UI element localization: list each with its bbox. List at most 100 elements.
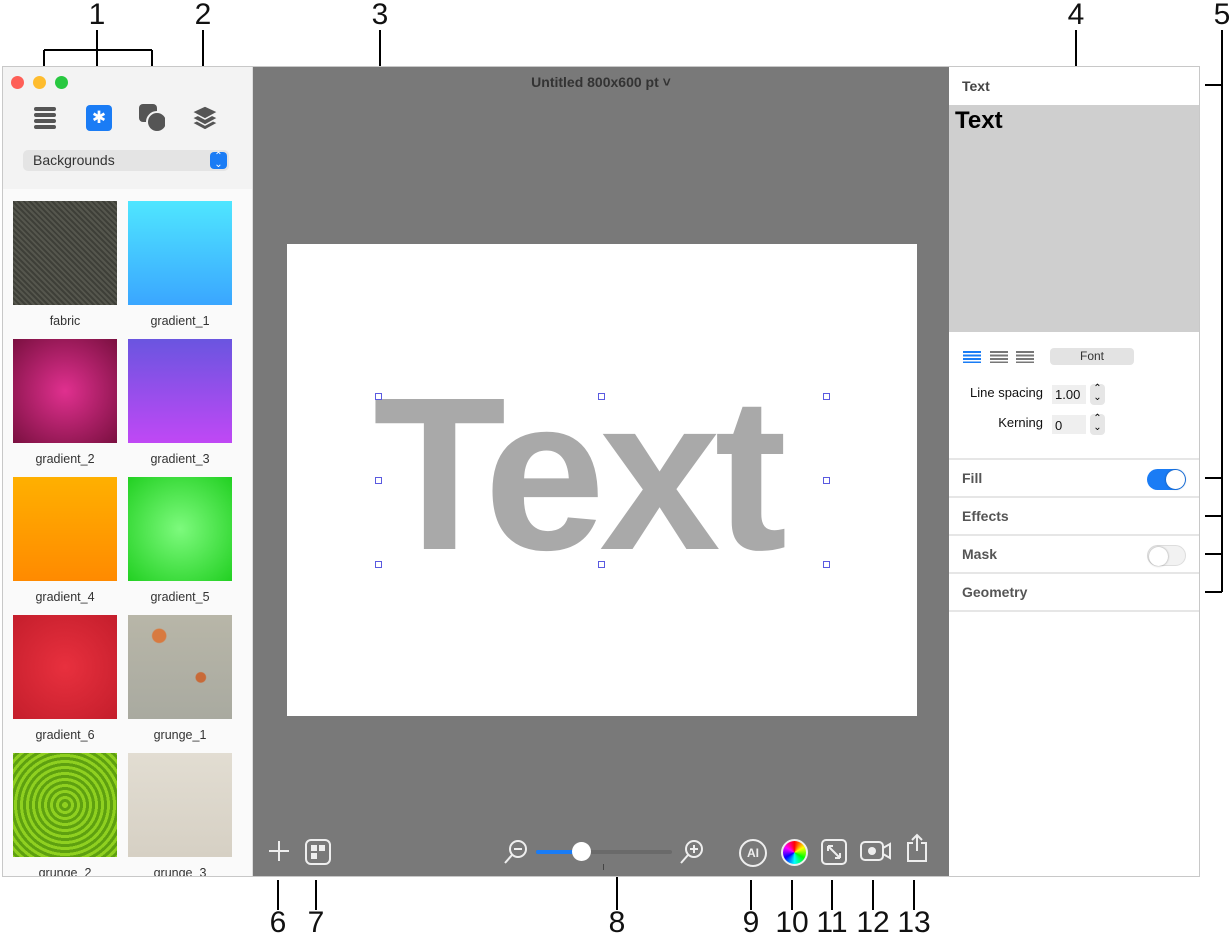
fill-label: Fill <box>962 470 983 486</box>
selection-handle[interactable] <box>823 393 830 400</box>
thumbnail-image <box>128 477 232 581</box>
effects-section[interactable]: Effects <box>949 498 1199 536</box>
callout-11: 11 <box>816 906 848 939</box>
callout-1: 1 <box>88 0 106 31</box>
text-preview[interactable]: Text <box>949 105 1199 332</box>
line-spacing-stepper[interactable]: ⌃ ⌄ <box>1090 384 1105 405</box>
geometry-label: Geometry <box>962 584 1028 600</box>
gallery-item-label: gradient_5 <box>150 590 210 604</box>
gallery-item-label: gradient_6 <box>35 728 95 742</box>
zoom-out-icon[interactable] <box>503 839 529 865</box>
gallery-item-label: grunge_3 <box>153 866 207 876</box>
align-center-icon[interactable] <box>990 351 1008 363</box>
selection-handle[interactable] <box>598 561 605 568</box>
background-gallery[interactable]: fabric gradient_1 gradient_2 gradient_3grad… <box>3 189 252 876</box>
gear-icon[interactable]: ✱ <box>86 105 112 131</box>
gallery-item[interactable]: fabric <box>13 201 117 328</box>
align-right-icon[interactable] <box>1016 351 1034 363</box>
gallery-item[interactable]: gradient_2 <box>13 339 117 466</box>
selection-handle[interactable] <box>375 393 382 400</box>
selection-handle[interactable] <box>823 561 830 568</box>
shapes-icon[interactable] <box>139 104 165 132</box>
fill-toggle-knob <box>1166 470 1185 489</box>
kerning-label: Kerning <box>998 415 1043 430</box>
mask-toggle-knob <box>1149 547 1168 566</box>
callout-6: 6 <box>269 906 287 939</box>
zoom-slider[interactable] <box>536 842 672 861</box>
gallery-item[interactable]: grunge_3 <box>128 753 232 876</box>
document-title-text: Untitled 800x600 pt <box>531 74 659 90</box>
align-left-icon[interactable] <box>963 351 981 363</box>
category-value: Backgrounds <box>33 152 115 168</box>
minimize-button[interactable] <box>33 76 46 89</box>
gallery-item-label: gradient_1 <box>150 314 210 328</box>
templates-icon[interactable] <box>305 839 331 865</box>
line-spacing-label: Line spacing <box>970 385 1043 400</box>
ai-icon[interactable]: AI <box>739 839 767 867</box>
mask-section[interactable]: Mask <box>949 536 1199 574</box>
callout-2: 2 <box>194 0 212 31</box>
callout-3: 3 <box>371 0 389 31</box>
inspector-panel: Text Text Font Line spacing 1.00 ⌃ ⌄ Kern… <box>949 67 1199 876</box>
kerning-field[interactable]: 0 <box>1052 415 1086 434</box>
thumbnail-image <box>128 753 232 857</box>
share-icon[interactable] <box>905 833 929 863</box>
text-preview-content: Text <box>955 107 1003 134</box>
category-select[interactable]: Backgrounds ⌃ ⌄ <box>23 150 229 171</box>
geometry-section[interactable]: Geometry <box>949 574 1199 612</box>
inspector-header: Text <box>962 78 990 94</box>
callout-9: 9 <box>742 906 760 939</box>
fill-section[interactable]: Fill <box>949 460 1199 498</box>
selection-handle[interactable] <box>823 477 830 484</box>
text-layer[interactable]: Text <box>373 366 787 584</box>
gallery-item[interactable]: gradient_3 <box>128 339 232 466</box>
gallery-item[interactable]: grunge_1 <box>128 615 232 742</box>
document-title[interactable]: Untitled 800x600 pt ˅ <box>253 74 949 90</box>
record-icon[interactable] <box>860 839 892 863</box>
mask-toggle[interactable] <box>1147 545 1186 566</box>
callout-7: 7 <box>307 906 325 939</box>
sidebar: ✱ Backgrounds ⌃ ⌄ fabric gradient_1 gradient… <box>3 67 253 876</box>
fill-toggle[interactable] <box>1147 469 1186 490</box>
callout-13: 13 <box>897 906 931 939</box>
zoom-in-icon[interactable] <box>679 839 705 865</box>
app-window: ✱ Backgrounds ⌃ ⌄ fabric gradient_1 gradient… <box>2 66 1200 877</box>
zoom-tick <box>603 864 604 870</box>
callout-8: 8 <box>608 906 626 939</box>
thumbnail-image <box>13 201 117 305</box>
thumbnail-image <box>13 615 117 719</box>
gallery-item-label: gradient_4 <box>35 590 95 604</box>
canvas-area: Untitled 800x600 pt ˅ Text AI <box>253 67 949 876</box>
line-spacing-field[interactable]: 1.00 <box>1052 385 1086 404</box>
gallery-item[interactable]: gradient_5 <box>128 477 232 604</box>
thumbnail-image <box>13 477 117 581</box>
thumbnail-image <box>13 339 117 443</box>
layers-icon[interactable] <box>191 105 217 131</box>
font-button[interactable]: Font <box>1050 348 1134 365</box>
resize-icon[interactable] <box>821 839 847 865</box>
callout-10: 10 <box>775 906 809 939</box>
gallery-item[interactable]: gradient_4 <box>13 477 117 604</box>
callout-5: 5 <box>1213 0 1231 31</box>
color-wheel-icon[interactable] <box>781 839 808 866</box>
gallery-item-label: grunge_1 <box>153 728 207 742</box>
selection-handle[interactable] <box>375 561 382 568</box>
zoom-slider-thumb[interactable] <box>571 842 591 861</box>
plus-icon[interactable] <box>267 839 291 863</box>
callout-4: 4 <box>1067 0 1085 31</box>
mask-label: Mask <box>962 546 998 562</box>
list-icon[interactable] <box>32 105 58 131</box>
gallery-item[interactable]: gradient_1 <box>128 201 232 328</box>
gallery-item[interactable]: gradient_6 <box>13 615 117 742</box>
thumbnail-image <box>128 339 232 443</box>
gallery-item[interactable]: grunge_2 <box>13 753 117 876</box>
kerning-stepper[interactable]: ⌃ ⌄ <box>1090 414 1105 435</box>
callout-12: 12 <box>856 906 890 939</box>
thumbnail-image <box>13 753 117 857</box>
gallery-item-label: gradient_2 <box>35 452 95 466</box>
chevron-updown-icon: ⌃ ⌄ <box>210 152 227 170</box>
zoom-button[interactable] <box>55 76 68 89</box>
selection-handle[interactable] <box>375 477 382 484</box>
close-button[interactable] <box>11 76 24 89</box>
selection-handle[interactable] <box>598 393 605 400</box>
